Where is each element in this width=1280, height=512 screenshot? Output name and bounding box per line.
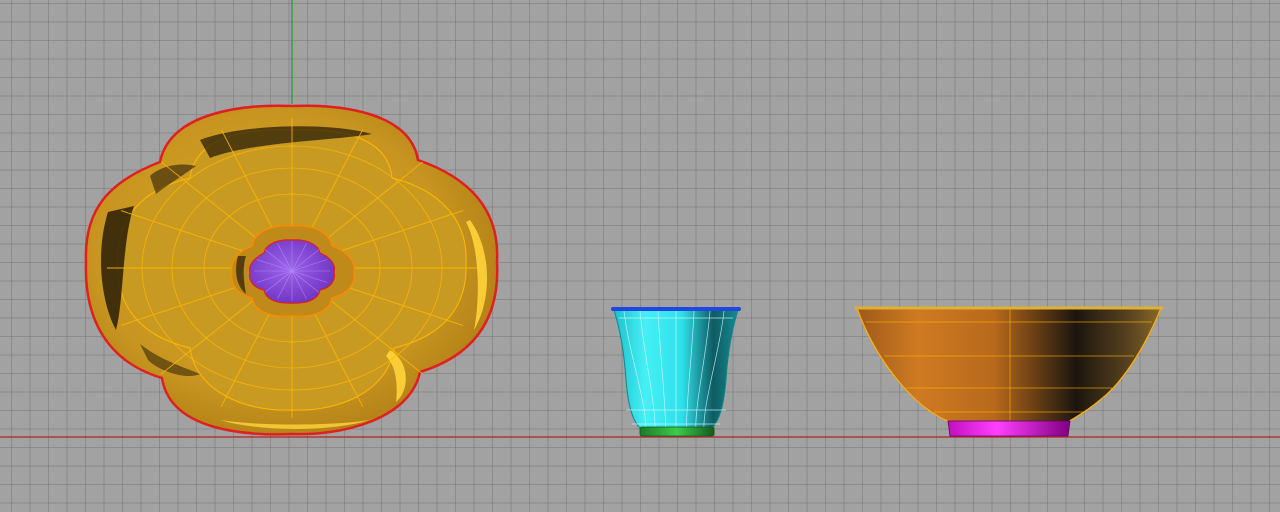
rhino-top-viewport[interactable] [0, 0, 1280, 512]
bowl[interactable] [854, 306, 1164, 437]
center-wireframe [254, 241, 330, 301]
lobed-dish[interactable] [84, 104, 499, 436]
scene-canvas[interactable] [0, 0, 1280, 512]
cup[interactable] [611, 307, 741, 437]
bowl-body [856, 307, 1162, 423]
bowl-foot [947, 420, 1071, 437]
cup-foot [639, 426, 715, 437]
